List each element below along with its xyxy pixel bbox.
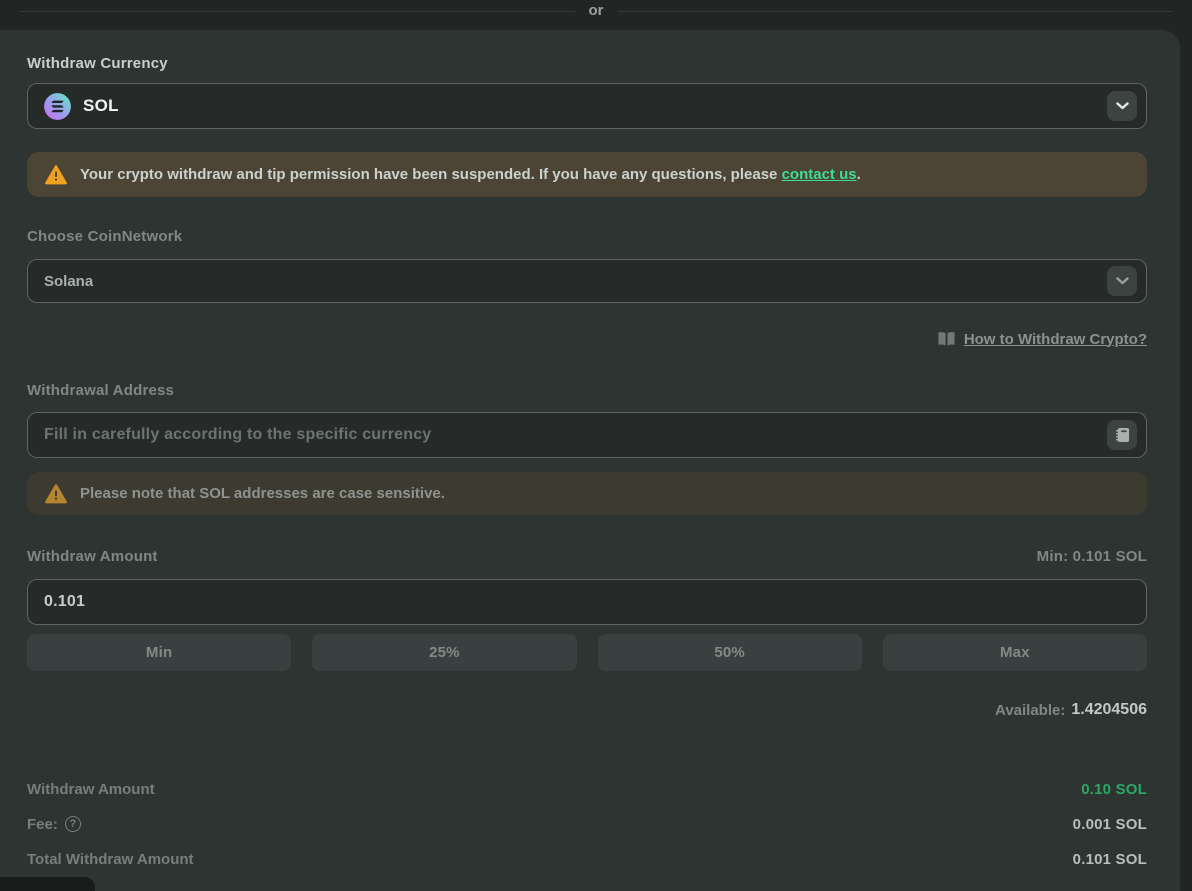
choose-network-label: Choose CoinNetwork [27,228,1147,245]
selected-currency: SOL [83,96,119,116]
withdraw-amount-label: Withdraw Amount [27,548,158,565]
suspension-notice-banner: Your crypto withdraw and tip permission … [27,152,1147,197]
bottom-cutoff-element [0,877,95,891]
summary-amount-value: 0.10 SOL [1081,781,1147,798]
warning-icon [45,165,67,185]
summary-total-label: Total Withdraw Amount [27,851,194,868]
address-input-wrap [27,412,1147,458]
summary-total-value: 0.101 SOL [1073,851,1147,868]
withdrawal-address-label: Withdrawal Address [27,382,1147,399]
available-balance-row: Available: 1.4204506 [27,701,1147,719]
quick-amount-25-button[interactable]: 25% [312,634,576,671]
fee-help-icon[interactable]: ? [65,816,81,832]
book-icon [937,331,956,347]
available-label: Available: [995,702,1065,719]
or-divider-text: or [575,2,618,20]
min-amount-note: Min: 0.101 SOL [1037,548,1147,565]
chevron-down-icon [1116,277,1129,285]
divider-line-left [20,11,575,12]
case-sensitive-notice-text: Please note that SOL addresses are case … [80,485,445,502]
withdraw-amount-input[interactable] [44,580,1138,624]
currency-dropdown-button[interactable] [1107,91,1137,121]
fee-label-text: Fee: [27,816,58,833]
currency-select[interactable]: SOL [27,83,1147,129]
network-select[interactable]: Solana [27,259,1147,303]
or-divider-bar: or [0,0,1192,30]
contact-us-link[interactable]: contact us [782,166,857,183]
summary-row-total: Total Withdraw Amount 0.101 SOL [27,850,1147,868]
quick-amount-row: Min 25% 50% Max [27,634,1147,671]
amount-input-wrap [27,579,1147,625]
summary-amount-label: Withdraw Amount [27,781,155,798]
address-book-icon [1115,427,1130,443]
withdraw-currency-label: Withdraw Currency [27,55,1147,72]
how-to-withdraw-link[interactable]: How to Withdraw Crypto? [964,331,1147,348]
summary-row-fee: Fee: ? 0.001 SOL [27,815,1147,833]
solana-coin-icon [44,93,71,120]
help-link-row: How to Withdraw Crypto? [27,330,1147,348]
available-value: 1.4204506 [1071,701,1147,719]
selected-network: Solana [44,273,93,290]
summary-row-amount: Withdraw Amount 0.10 SOL [27,780,1147,798]
case-sensitive-notice-banner: Please note that SOL addresses are case … [27,472,1147,515]
quick-amount-max-button[interactable]: Max [883,634,1147,671]
quick-amount-min-button[interactable]: Min [27,634,291,671]
quick-amount-50-button[interactable]: 50% [598,634,862,671]
withdraw-summary: Withdraw Amount 0.10 SOL Fee: ? 0.001 SO… [27,780,1147,868]
suspension-text-after: . [857,166,861,183]
network-dropdown-button[interactable] [1107,266,1137,296]
suspension-text-before: Your crypto withdraw and tip permission … [80,166,777,183]
withdrawal-address-input[interactable] [44,413,1138,457]
withdraw-amount-header: Withdraw Amount Min: 0.101 SOL [27,547,1147,565]
chevron-down-icon [1116,102,1129,110]
withdraw-crypto-panel: Withdraw Currency SOL [0,30,1180,891]
suspension-notice-text: Your crypto withdraw and tip permission … [80,166,861,183]
summary-fee-label: Fee: ? [27,816,81,833]
summary-fee-value: 0.001 SOL [1073,816,1147,833]
divider-line-right [618,11,1173,12]
address-book-button[interactable] [1107,420,1137,450]
warning-icon-dim [45,484,67,504]
